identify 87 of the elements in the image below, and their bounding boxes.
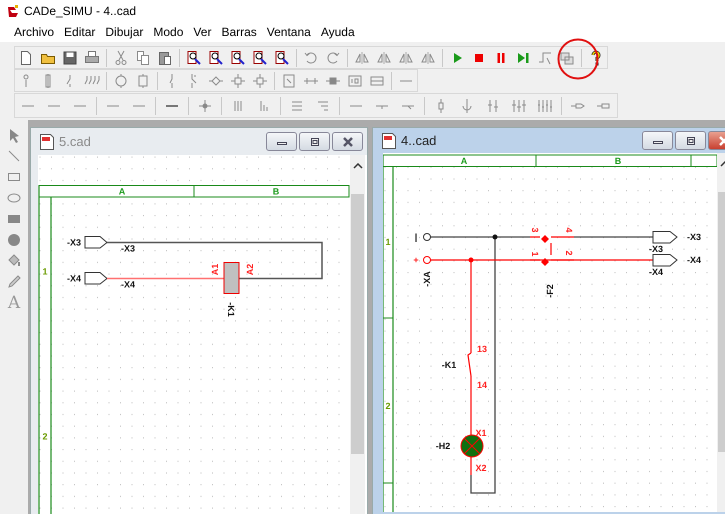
line-icon[interactable] [6,148,22,164]
window-title: 5.cad [59,134,91,149]
mirror-icon[interactable] [376,50,392,66]
schematic-symbol-icon[interactable] [511,98,527,114]
terminal-label: -K1 [442,360,456,370]
junction-icon[interactable] [197,98,213,114]
print-icon[interactable] [84,50,100,66]
menu-item[interactable]: Editar [59,24,100,38]
pen-icon[interactable] [6,274,22,290]
schematic-symbol-icon[interactable] [347,72,363,88]
maximize-icon [308,136,320,146]
column-label: A [118,186,126,196]
zoom-icon[interactable] [252,50,268,66]
terminal-label: -X3 [67,238,81,248]
simulation-icon[interactable] [559,50,575,66]
terminal-label: -X3 [687,232,701,242]
zoom-icon[interactable] [186,50,202,66]
terminal-label: 4 [564,228,574,232]
menu-item[interactable]: Ayuda [316,24,360,38]
window-title: CADe_SIMU - 4..cad [24,4,136,18]
mirror-icon[interactable] [420,50,436,66]
schematic-symbol-icon[interactable] [252,72,268,88]
terminal-label: -X3 [121,244,135,254]
menu-item[interactable]: Dibujar [100,24,148,38]
new-document-icon[interactable] [18,50,34,66]
terminal-label: -X4 [67,274,81,284]
menu-item[interactable]: Ventana [262,24,316,38]
terminal-label: -X4 [687,255,701,265]
scroll-up-icon[interactable] [352,163,362,169]
menu-item[interactable]: Barras [216,24,262,38]
scrollbar-thumb[interactable] [351,194,364,454]
maximize-button[interactable] [675,131,706,150]
paste-icon[interactable] [157,50,173,66]
cut-icon[interactable] [113,50,129,66]
redo-icon[interactable] [325,50,341,66]
row-label: 1 [386,237,390,247]
schematic-symbol-icon[interactable] [485,98,501,114]
row-label: 2 [42,432,48,442]
terminal-label: 1 [530,252,540,256]
terminal-label: + [413,255,419,265]
terminal-label: -XA [422,271,432,287]
highlight-circle [557,38,599,80]
mirror-icon[interactable] [398,50,414,66]
document-icon [380,132,398,150]
menu-item[interactable]: Modo [148,24,188,38]
terminal-label: -X3 [649,244,663,254]
app-icon [6,4,20,18]
terminal-label: -F2 [545,284,555,298]
mirror-icon[interactable] [354,50,370,66]
schematic-symbol-icon[interactable] [113,72,129,88]
terminal-label: -K1 [226,302,236,317]
terminal-label: X1 [476,428,486,438]
paint-bucket-icon[interactable] [6,253,22,269]
schematic-symbol-icon[interactable] [230,72,246,88]
minimize-button[interactable] [642,131,673,150]
terminal-label: 14 [477,380,487,390]
terminal-label: A2 [245,264,255,276]
zoom-icon[interactable] [230,50,246,66]
window-title: 4..cad [401,133,436,148]
zoom-icon[interactable] [208,50,224,66]
column-label: A [460,156,468,166]
terminal-label: -X4 [649,267,663,277]
column-label: B [272,186,280,196]
terminal-label: -H2 [436,441,450,451]
terminal-label: 3 [530,228,540,232]
column-label: B [614,156,622,166]
terminal-label: -X4 [121,280,135,290]
close-icon [342,136,354,146]
schematic-symbol-icon[interactable] [537,98,553,114]
terminal-label: 2 [564,250,574,256]
row-label: 2 [386,401,390,411]
menu-item[interactable]: Archivo [9,24,60,38]
zoom-icon[interactable] [274,50,290,66]
terminal-label: 13 [477,344,487,354]
save-icon[interactable] [62,50,78,66]
terminal-label: X2 [476,463,486,473]
menu-item[interactable]: Ver [188,24,216,38]
coil-symbol [224,262,240,294]
terminal-label: | [414,232,418,242]
document-icon [38,132,56,150]
row-label: 1 [42,266,48,276]
maximize-icon [684,136,696,146]
terminal-label: A1 [210,264,220,276]
schematic-symbol-icon[interactable] [281,72,297,88]
copy-icon[interactable] [135,50,151,66]
simulation-icon[interactable] [537,50,553,66]
undo-icon[interactable] [303,50,319,66]
